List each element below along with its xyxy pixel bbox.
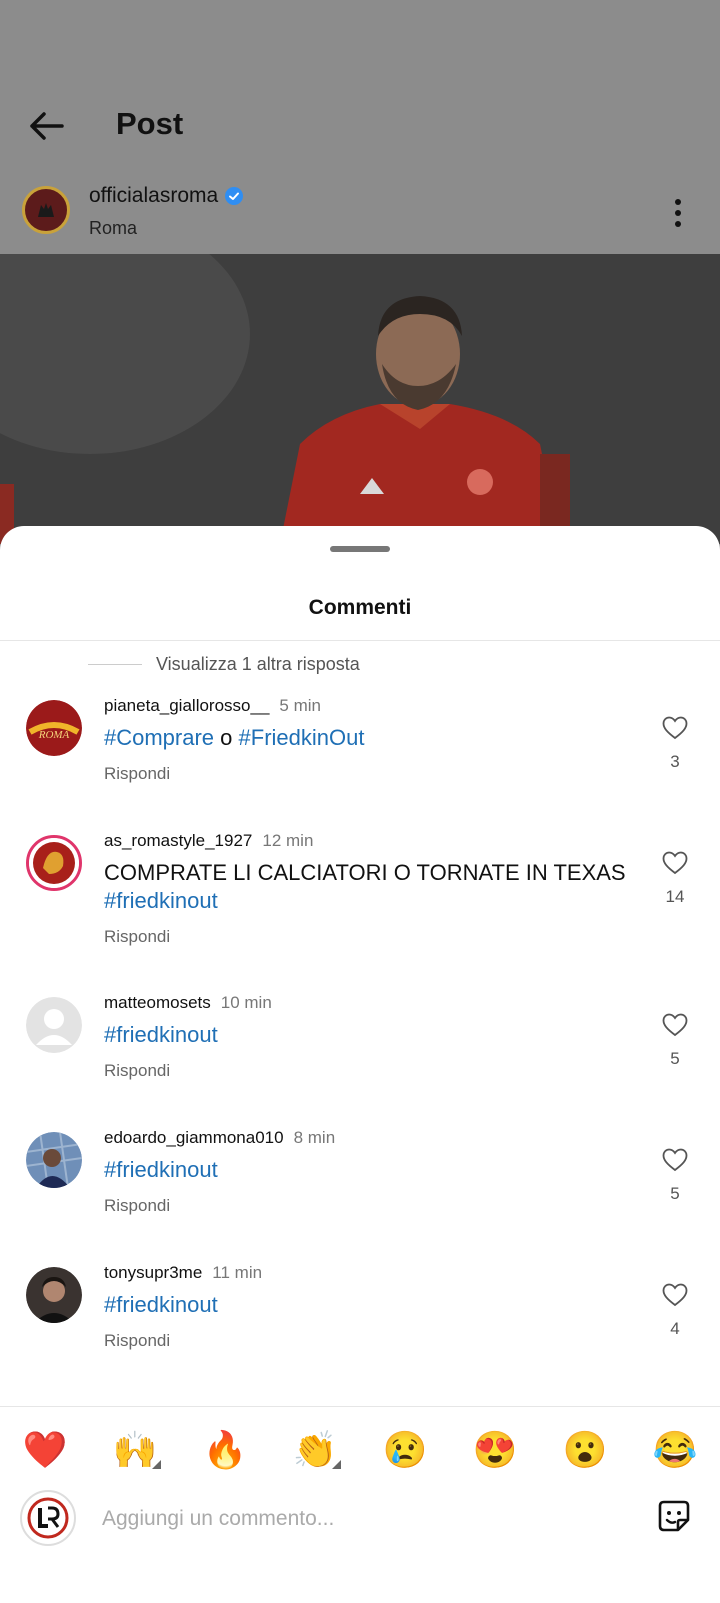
heart-outline-icon[interactable] <box>662 1283 688 1307</box>
view-more-replies-label: Visualizza 1 altra risposta <box>156 654 360 674</box>
sheet-title: Commenti <box>308 596 412 619</box>
post-author-username: officialasroma <box>89 184 219 207</box>
user-photo-avatar <box>26 1132 82 1188</box>
back-arrow-icon[interactable] <box>26 106 66 146</box>
view-more-replies-button[interactable]: Visualizza 1 altra risposta <box>88 654 360 675</box>
comment-text: #friedkinout <box>104 1021 634 1049</box>
current-user-avatar[interactable] <box>20 1490 76 1546</box>
emoji-heart[interactable]: ❤️ <box>15 1429 75 1471</box>
heart-outline-icon[interactable] <box>662 851 688 875</box>
lion-avatar-image <box>29 838 79 888</box>
skin-tone-indicator <box>332 1460 341 1469</box>
emoji-heart-eyes[interactable]: 😍 <box>465 1429 525 1471</box>
like-count: 3 <box>670 752 680 771</box>
emoji-clapping-glyph: 👏 <box>292 1429 338 1470</box>
avatar[interactable]: ROMA <box>26 700 82 756</box>
hashtag-link[interactable]: #FriedkinOut <box>239 725 365 750</box>
reply-button[interactable]: Rispondi <box>104 927 170 947</box>
comment-time: 10 min <box>220 993 272 1012</box>
roma-avatar-image: ROMA <box>26 700 82 756</box>
divider <box>0 1406 720 1407</box>
comment-time: 5 min <box>279 696 321 715</box>
heart-outline-icon[interactable] <box>662 716 688 740</box>
reply-button[interactable]: Rispondi <box>104 1331 170 1351</box>
comment-username[interactable]: matteomosets 10 min <box>104 993 272 1013</box>
username-text: pianeta_giallorosso__ <box>104 696 270 715</box>
post-location[interactable]: Roma <box>89 218 137 239</box>
player-photo <box>0 254 720 544</box>
comment-username[interactable]: as_romastyle_1927 12 min <box>104 831 313 851</box>
emoji-surprised[interactable]: 😮 <box>555 1429 615 1471</box>
comment-time: 8 min <box>293 1128 336 1147</box>
reply-button[interactable]: Rispondi <box>104 1061 170 1081</box>
post-author[interactable]: officialasroma <box>89 184 244 208</box>
comment-body: COMPRATE LI CALCIATORI O TORNATE IN TEXA… <box>104 860 626 885</box>
comment-text: #Comprare o #FriedkinOut <box>104 724 634 752</box>
hashtag-link[interactable]: #Comprare <box>104 725 214 750</box>
like-count: 5 <box>670 1049 680 1068</box>
hashtag-link[interactable]: #friedkinout <box>104 888 218 913</box>
comment-username[interactable]: pianeta_giallorosso__ 5 min <box>104 696 321 716</box>
avatar[interactable] <box>26 835 82 891</box>
emoji-fire[interactable]: 🔥 <box>195 1429 255 1471</box>
comment-input[interactable] <box>100 1500 624 1538</box>
hashtag-link[interactable]: #friedkinout <box>104 1292 218 1317</box>
like-count: 4 <box>670 1319 680 1338</box>
avatar[interactable] <box>26 1132 82 1188</box>
comment-text: COMPRATE LI CALCIATORI O TORNATE IN TEXA… <box>104 859 634 915</box>
like-count: 5 <box>670 1184 680 1203</box>
username-text: edoardo_giammona010 <box>104 1128 284 1147</box>
verified-badge-icon <box>225 187 244 205</box>
replies-line <box>88 664 142 665</box>
post-author-avatar[interactable] <box>22 186 70 234</box>
roma-wolf-logo-icon <box>38 203 54 217</box>
username-text: matteomosets <box>104 993 211 1012</box>
reply-button[interactable]: Rispondi <box>104 764 170 784</box>
emoji-crying[interactable]: 😢 <box>375 1429 435 1471</box>
sheet-drag-handle[interactable] <box>330 546 390 552</box>
hashtag-link[interactable]: #friedkinout <box>104 1157 218 1182</box>
sticker-icon[interactable] <box>654 1496 694 1536</box>
username-text: tonysupr3me <box>104 1263 203 1282</box>
emoji-raising-hands-glyph: 🙌 <box>112 1429 158 1470</box>
default-avatar-icon <box>26 997 82 1053</box>
heart-outline-icon[interactable] <box>662 1148 688 1172</box>
heart-outline-icon[interactable] <box>662 1013 688 1037</box>
comment-username[interactable]: tonysupr3me 11 min <box>104 1263 262 1283</box>
more-vertical-icon[interactable] <box>670 196 686 230</box>
avatar[interactable] <box>26 997 82 1053</box>
emoji-laughing[interactable]: 😂 <box>645 1429 705 1471</box>
post-image <box>0 254 720 544</box>
comment-text-mid: o <box>214 725 239 750</box>
post-header: Post officialasroma Roma <box>0 0 720 254</box>
emoji-reaction-bar: ❤️ 🙌 🔥 👏 😢 😍 😮 😂 <box>0 1422 720 1478</box>
comment-text: #friedkinout <box>104 1156 634 1184</box>
user-photo-avatar <box>26 1267 82 1323</box>
lr-logo-icon <box>27 1497 69 1539</box>
comment-username[interactable]: edoardo_giammona010 8 min <box>104 1128 335 1148</box>
svg-text:ROMA: ROMA <box>38 729 70 741</box>
page-title: Post <box>116 106 184 141</box>
comment-time: 11 min <box>212 1263 263 1282</box>
reply-button[interactable]: Rispondi <box>104 1196 170 1216</box>
username-text: as_romastyle_1927 <box>104 831 253 850</box>
hashtag-link[interactable]: #friedkinout <box>104 1022 218 1047</box>
like-count: 14 <box>665 887 685 906</box>
skin-tone-indicator <box>152 1460 161 1469</box>
emoji-raising-hands[interactable]: 🙌 <box>105 1429 165 1471</box>
comment-time: 12 min <box>262 831 314 850</box>
emoji-clapping[interactable]: 👏 <box>285 1429 345 1471</box>
comment-text: #friedkinout <box>104 1291 634 1319</box>
avatar[interactable] <box>26 1267 82 1323</box>
divider <box>0 640 720 641</box>
